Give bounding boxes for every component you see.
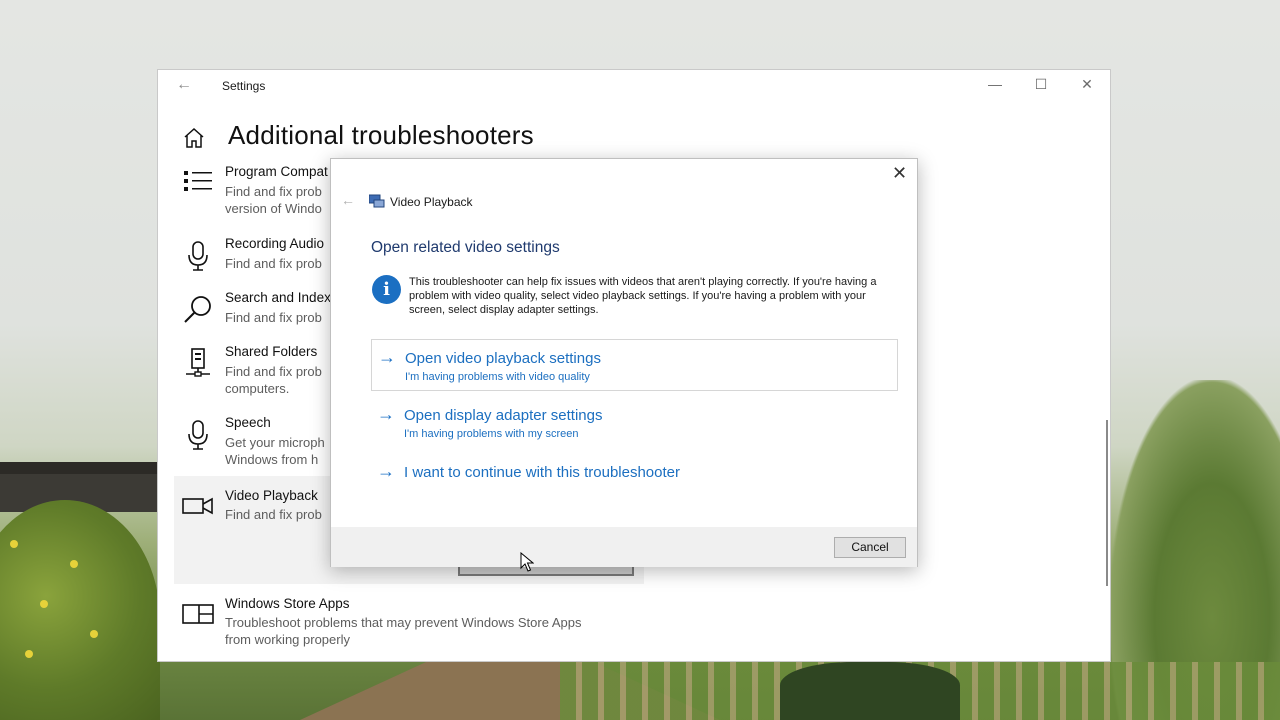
info-icon: i xyxy=(372,275,401,304)
troubleshooter-name: Recording Audio xyxy=(225,236,325,251)
video-camera-icon xyxy=(182,497,213,515)
troubleshooter-name: Windows Store Apps xyxy=(225,596,350,611)
option-title: Open display adapter settings xyxy=(404,407,603,424)
title-bar: ← Settings — ☐ ✕ xyxy=(158,70,1110,102)
scrollbar[interactable] xyxy=(1106,420,1108,586)
troubleshooter-name: Video Playback xyxy=(225,488,318,503)
troubleshooter-name: Program Compat xyxy=(225,164,328,179)
window-title: Settings xyxy=(222,79,266,93)
background-tree xyxy=(780,662,960,720)
microphone-icon xyxy=(188,420,208,450)
dialog-footer: Cancel xyxy=(331,527,917,567)
option-title: Open video playback settings xyxy=(405,350,601,367)
page-title: Additional troubleshooters xyxy=(228,120,534,150)
dialog-heading: Open related video settings xyxy=(371,239,560,256)
back-arrow-icon[interactable]: ← xyxy=(176,76,192,94)
arrow-right-icon: → xyxy=(377,461,395,481)
troubleshooter-app-icon xyxy=(369,194,385,208)
dialog-back-arrow-icon[interactable]: ← xyxy=(341,192,355,208)
run-troubleshooter-button[interactable] xyxy=(458,566,634,576)
option-title: I want to continue with this troubleshoo… xyxy=(404,464,680,481)
minimize-button[interactable]: — xyxy=(980,76,1010,92)
info-message: This troubleshooter can help fix issues … xyxy=(409,276,877,316)
shared-folders-icon xyxy=(186,348,210,377)
list-icon xyxy=(184,171,212,191)
dialog-close-button[interactable]: ✕ xyxy=(892,163,907,184)
troubleshooter-name: Shared Folders xyxy=(225,344,318,359)
background-tree xyxy=(0,500,160,720)
option-subtitle: I'm having problems with video quality xyxy=(405,371,590,383)
dialog-title: Video Playback xyxy=(390,195,473,209)
option-subtitle: I'm having problems with my screen xyxy=(404,428,579,440)
microphone-icon xyxy=(188,241,208,271)
search-icon xyxy=(184,296,211,323)
mouse-cursor-icon xyxy=(520,552,534,572)
cancel-button[interactable]: Cancel xyxy=(834,537,906,558)
arrow-right-icon: → xyxy=(378,347,396,367)
close-button[interactable]: ✕ xyxy=(1072,76,1102,93)
troubleshooter-name: Search and Index xyxy=(225,290,331,305)
troubleshooter-description: Troubleshoot problems that may prevent W… xyxy=(225,615,582,647)
open-video-playback-settings-option[interactable]: → Open video playback settings I'm havin… xyxy=(371,339,898,391)
troubleshooter-windows-store-apps[interactable]: Windows Store Apps Troubleshoot problems… xyxy=(174,595,644,651)
open-display-adapter-settings-option[interactable]: → Open display adapter settings I'm havi… xyxy=(371,397,898,449)
store-apps-icon xyxy=(182,604,214,624)
troubleshooter-name: Speech xyxy=(225,415,271,430)
arrow-right-icon: → xyxy=(377,404,395,424)
home-icon[interactable] xyxy=(182,126,206,150)
maximize-button[interactable]: ☐ xyxy=(1026,76,1056,93)
video-playback-dialog: ✕ ← Video Playback Open related video se… xyxy=(330,158,918,567)
continue-troubleshooter-option[interactable]: → I want to continue with this troublesh… xyxy=(371,454,898,484)
